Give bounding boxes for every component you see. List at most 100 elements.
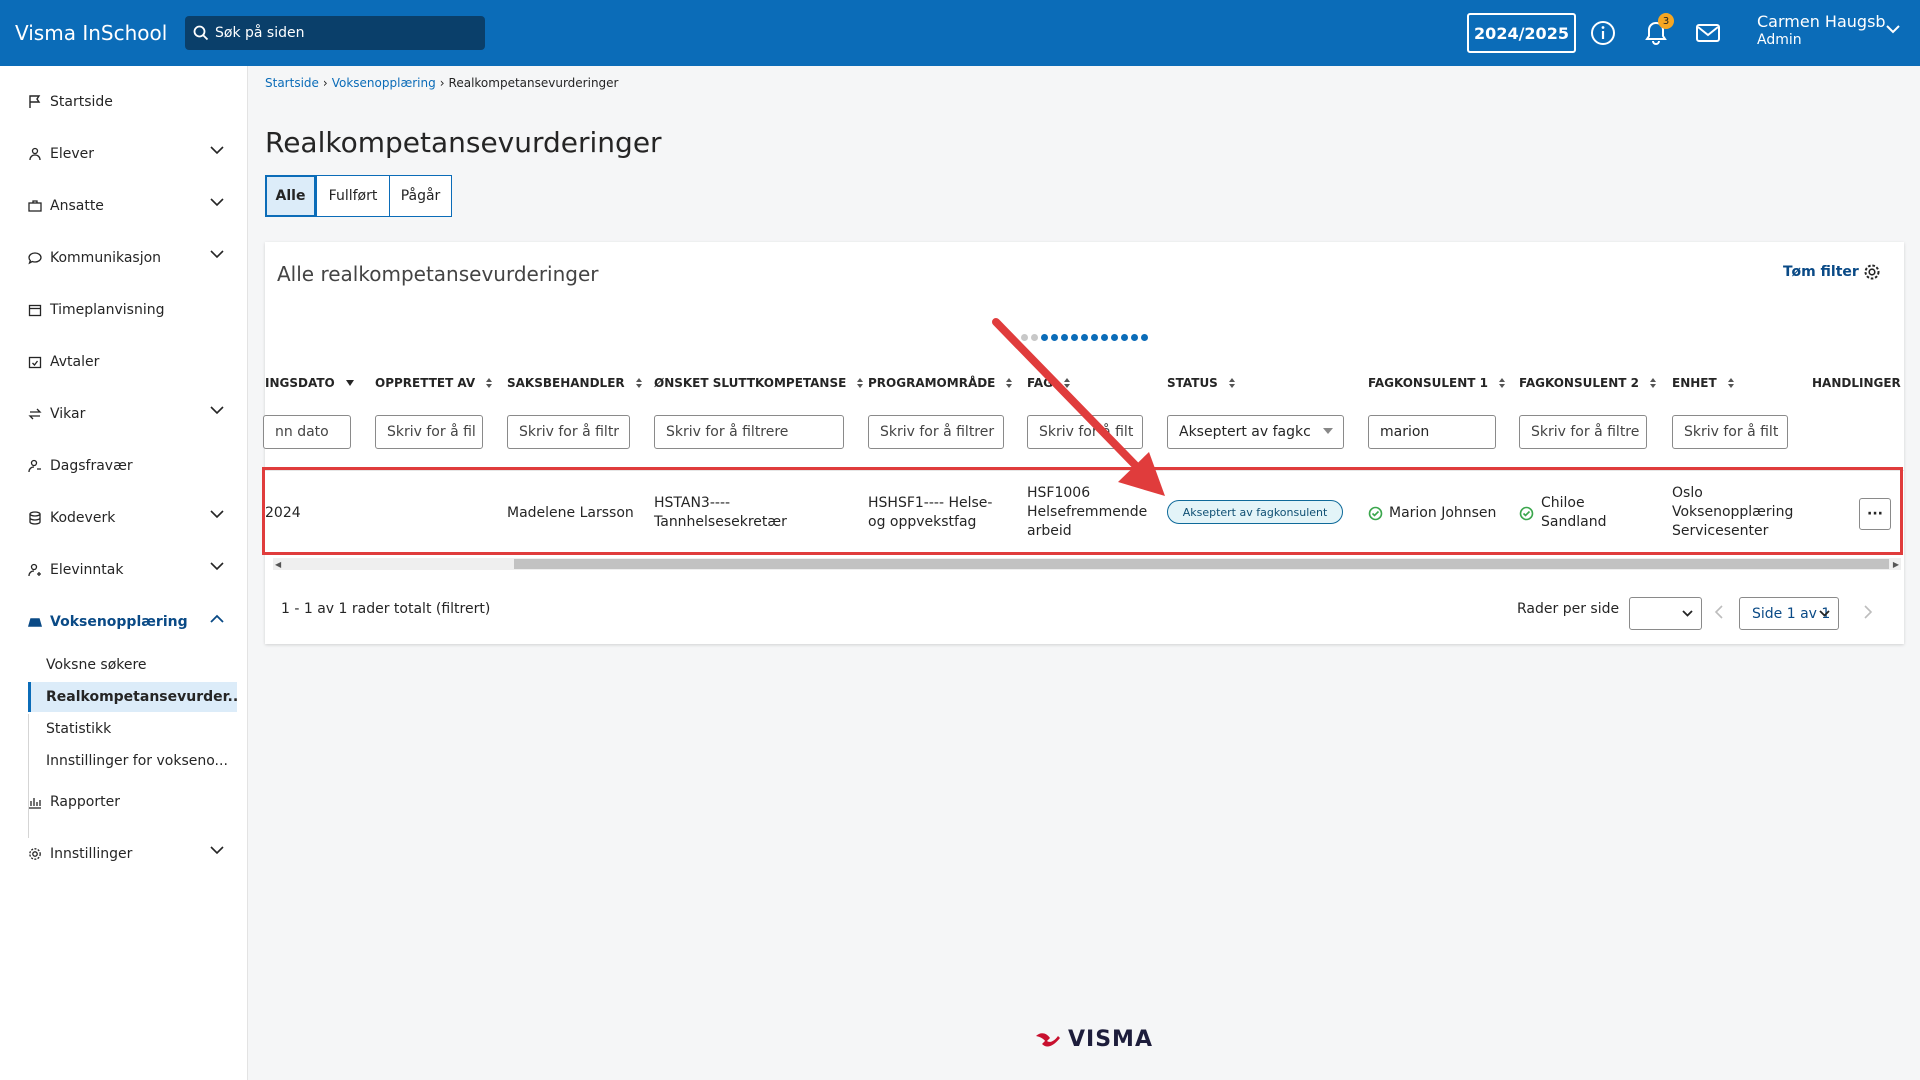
sidebar-item-label: Elever (50, 146, 95, 162)
column-header-onsket-sluttkompetanse[interactable]: ØNSKET SLUTTKOMPETANSE (654, 376, 864, 390)
adult-education-icon (26, 613, 44, 631)
search-input[interactable]: Søk på siden (185, 16, 485, 50)
sidebar-item-label: Rapporter (50, 794, 120, 810)
sidebar-item-elevinntak[interactable]: Elevinntak (0, 550, 248, 590)
breadcrumb-link-startside[interactable]: Startside (265, 76, 319, 90)
scroll-left-arrow-icon[interactable]: ◀ (275, 560, 281, 569)
sidebar-item-vikar[interactable]: Vikar (0, 394, 248, 434)
table-settings-gear-icon[interactable] (1863, 263, 1881, 281)
chevron-right-icon: › (439, 76, 445, 90)
filter-status-select[interactable]: Akseptert av fagkc (1167, 415, 1344, 449)
filter-opprettet-av-input[interactable]: Skriv for å fil (375, 415, 483, 449)
sidebar-subitem-voksne-sokere[interactable]: Voksne søkere (28, 650, 237, 680)
sidebar-item-dagsfravaer[interactable]: Dagsfravær (0, 446, 248, 486)
notification-bell-icon[interactable]: 3 (1640, 13, 1674, 49)
sidebar-item-label: Dagsfravær (50, 458, 133, 474)
next-page-icon[interactable] (1863, 604, 1873, 620)
sort-icon (635, 378, 642, 388)
sort-icon (1228, 378, 1235, 388)
sort-icon (1649, 378, 1656, 388)
gear-icon (26, 845, 44, 863)
caret-down-icon (1323, 428, 1333, 434)
flag-icon (26, 93, 44, 111)
column-header-fagkonsulent-1[interactable]: FAGKONSULENT 1 (1368, 376, 1506, 390)
filter-date-input[interactable]: nn dato (263, 415, 351, 449)
app-title[interactable]: Visma InSchool (15, 21, 185, 45)
breadcrumb: Startside › Voksenopplæring › Realkompet… (265, 76, 619, 90)
sidebar-item-kodeverk[interactable]: Kodeverk (0, 498, 248, 538)
sidebar-item-avtaler[interactable]: Avtaler (0, 342, 248, 382)
chevron-down-icon[interactable] (1885, 24, 1901, 34)
filter-sluttkompetanse-input[interactable]: Skriv for å filtrere (654, 415, 844, 449)
sort-icon (857, 378, 864, 388)
total-rows-text: 1 - 1 av 1 rader totalt (filtrert) (281, 601, 491, 617)
sidebar-item-label: Innstillinger (50, 846, 133, 862)
scroll-right-arrow-icon[interactable]: ▶ (1893, 560, 1899, 569)
sidebar-item-label: Kommunikasjon (50, 250, 162, 266)
sidebar-item-timeplanvisning[interactable]: Timeplanvisning (0, 290, 248, 330)
sort-icon (486, 378, 493, 388)
sidebar-item-label: Vikar (50, 406, 86, 422)
filter-fag-input[interactable]: Skriv for å filt (1027, 415, 1143, 449)
column-header-enhet[interactable]: ENHET (1672, 376, 1735, 390)
filter-fagkonsulent1-input[interactable]: marion (1368, 415, 1496, 449)
filter-saksbehandler-input[interactable]: Skriv for å filtr (507, 415, 630, 449)
info-icon[interactable] (1587, 17, 1619, 49)
user-absence-icon (26, 457, 44, 475)
row-highlight-box (262, 467, 1903, 555)
sort-icon (1498, 378, 1505, 388)
sidebar-item-label: Elevinntak (50, 562, 124, 578)
chevron-down-icon (1819, 610, 1830, 617)
column-header-handlinger: HANDLINGER (1812, 376, 1901, 390)
filter-enhet-input[interactable]: Skriv for å filt (1672, 415, 1788, 449)
sidebar-item-innstillinger[interactable]: Innstillinger (0, 834, 248, 874)
clear-filter-button[interactable]: Tøm filter (1783, 264, 1859, 280)
sidebar-item-elever[interactable]: Elever (0, 134, 248, 174)
scrollbar-thumb[interactable] (514, 559, 1889, 569)
tab-alle[interactable]: Alle (265, 175, 316, 217)
sidebar-item-label: Avtaler (50, 354, 100, 370)
column-header-status[interactable]: STATUS (1167, 376, 1236, 390)
tab-pagar[interactable]: Pågår (389, 175, 452, 217)
loading-dots-indicator (1021, 334, 1148, 341)
sidebar-item-label: Kodeverk (50, 510, 116, 526)
card-title: Alle realkompetansevurderinger (277, 262, 599, 286)
sidebar-subitem-realkompetansevurderinger[interactable]: Realkompetansevurder... (28, 682, 237, 712)
sort-desc-icon (345, 380, 354, 386)
rows-per-page-select[interactable] (1629, 597, 1702, 630)
chat-icon (26, 249, 44, 267)
sort-icon (1727, 378, 1734, 388)
filter-programomrade-input[interactable]: Skriv for å filtrer (868, 415, 1004, 449)
sidebar-item-startside[interactable]: Startside (0, 82, 248, 122)
sort-icon (1006, 378, 1013, 388)
horizontal-scrollbar[interactable]: ◀ ▶ (273, 558, 1901, 570)
column-header-saksbehandler[interactable]: SAKSBEHANDLER (507, 376, 643, 390)
sidebar-item-voksenopplaering[interactable]: Voksenopplæring (0, 602, 248, 642)
tab-fullfort[interactable]: Fullført (316, 175, 390, 217)
sidebar-item-rapporter[interactable]: Rapporter (0, 782, 248, 822)
column-header-date[interactable]: INGSDATO (265, 376, 355, 390)
user-role: Admin (1757, 32, 1802, 48)
sort-icon (1063, 378, 1070, 388)
mail-icon[interactable] (1692, 17, 1724, 49)
sidebar-item-ansatte[interactable]: Ansatte (0, 186, 248, 226)
page-select[interactable]: Side 1 av 1 (1739, 597, 1839, 630)
chevron-down-icon (210, 146, 224, 155)
sidebar-subitem-innstillinger-voksen[interactable]: Innstillinger for vokseno... (28, 746, 237, 776)
sidebar-subitem-statistikk[interactable]: Statistikk (28, 714, 237, 744)
breadcrumb-link-voksenopplaering[interactable]: Voksenopplæring (332, 76, 436, 90)
chevron-down-icon (210, 406, 224, 415)
user-intake-icon (26, 561, 44, 579)
user-menu[interactable]: Carmen Haugsb Admin (1757, 12, 1886, 50)
sidebar-item-label: Voksenopplæring (50, 614, 188, 630)
top-bar: Visma InSchool Søk på siden 2024/2025 3 … (0, 0, 1920, 66)
previous-page-icon[interactable] (1714, 604, 1724, 620)
filter-fagkonsulent2-input[interactable]: Skriv for å filtre (1519, 415, 1647, 449)
column-header-fag[interactable]: FAG (1027, 376, 1071, 390)
column-header-fagkonsulent-2[interactable]: FAGKONSULENT 2 (1519, 376, 1657, 390)
column-header-programomrade[interactable]: PROGRAMOMRÅDE (868, 376, 1013, 390)
column-header-opprettet-av[interactable]: OPPRETTET AV (375, 376, 493, 390)
sidebar-item-kommunikasjon[interactable]: Kommunikasjon (0, 238, 248, 278)
school-year-button[interactable]: 2024/2025 (1467, 13, 1576, 53)
chevron-down-icon (210, 250, 224, 259)
